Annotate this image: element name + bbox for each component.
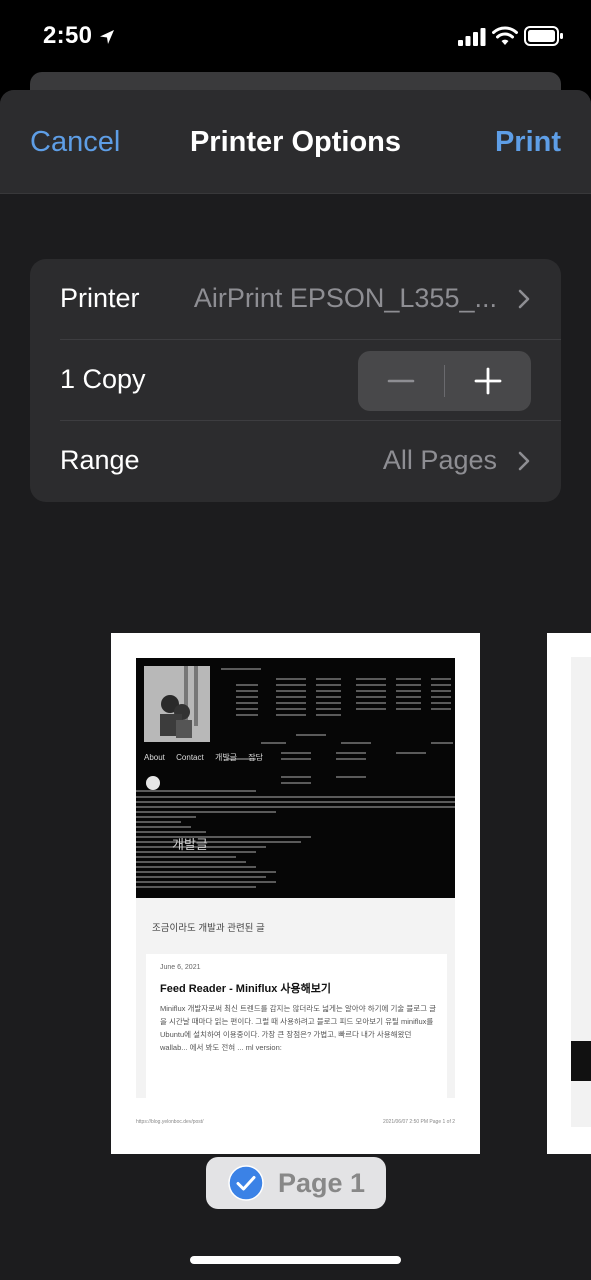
blog-tagline: 조금이라도 개발과 관련된 글 xyxy=(152,923,265,934)
nav-link-misc: 잡담 xyxy=(248,753,264,762)
page-footer-url: https://blog.yelonboc.dev/post/ xyxy=(136,1119,204,1125)
status-bar: 2:50 xyxy=(0,0,591,74)
page-label: Page 1 xyxy=(278,1168,366,1198)
range-value: All Pages xyxy=(382,445,497,475)
checkmark-circle-icon xyxy=(228,1165,264,1201)
page-preview-1[interactable]: About Contact 개발글 잡담 개발글 조금이라도 개발과 관련된 글… xyxy=(111,633,480,1154)
preview-hero: About Contact 개발글 잡담 개발글 xyxy=(136,658,455,898)
range-label: Range xyxy=(60,445,140,475)
printer-value: AirPrint EPSON_L355_... xyxy=(193,283,497,313)
location-arrow-icon xyxy=(100,30,114,44)
printer-label: Printer xyxy=(60,283,140,313)
nav-link-dev: 개발글 xyxy=(214,753,238,762)
battery-icon xyxy=(524,26,563,46)
nav-link-about: About xyxy=(144,753,165,762)
preview-body: 조금이라도 개발과 관련된 글 June 6, 2021 Feed Reader… xyxy=(136,898,455,1104)
page-preview-2[interactable] xyxy=(547,633,591,1154)
printer-row[interactable]: Printer AirPrint EPSON_L355_... xyxy=(30,259,561,340)
options-group: Printer AirPrint EPSON_L355_... 1 Copy R… xyxy=(30,259,561,502)
cellular-signal-icon xyxy=(458,28,486,46)
minus-icon xyxy=(387,379,415,383)
preview-2-footer-block xyxy=(571,1041,591,1081)
status-time: 2:50 xyxy=(43,22,93,49)
post-date: June 6, 2021 xyxy=(160,964,201,971)
copies-row: 1 Copy xyxy=(30,340,561,421)
copies-stepper[interactable] xyxy=(358,351,531,411)
navigation-bar: Cancel Printer Options Print xyxy=(0,90,591,194)
wifi-icon xyxy=(492,26,518,45)
plus-icon xyxy=(474,367,502,395)
nav-link-contact: Contact xyxy=(176,753,204,762)
page-footer-meta: 2021/06/07 2:50 PM Page 1 of 2 xyxy=(383,1119,455,1125)
chevron-right-icon xyxy=(518,451,530,471)
decrement-button[interactable] xyxy=(358,351,444,411)
category-overlay: 개발글 xyxy=(172,837,208,852)
print-button[interactable]: Print xyxy=(495,126,561,159)
post-title: Feed Reader - Miniflux 사용해보기 xyxy=(160,983,332,995)
preview-nav-links: About Contact 개발글 잡담 xyxy=(144,752,272,763)
profile-illustration xyxy=(144,666,210,742)
post-card: June 6, 2021 Feed Reader - Miniflux 사용해보… xyxy=(146,954,447,1104)
chevron-right-icon xyxy=(518,289,530,309)
home-indicator[interactable] xyxy=(190,1256,401,1264)
post-excerpt: Miniflux 개발자로써 최신 트렌드를 감지는 않더라도 넓게는 알아야 … xyxy=(160,1004,437,1052)
copies-label: 1 Copy xyxy=(60,364,146,394)
increment-button[interactable] xyxy=(445,351,531,411)
printer-options-sheet: Cancel Printer Options Print Printer Air… xyxy=(0,90,591,1280)
range-row[interactable]: Range All Pages xyxy=(30,421,561,502)
page-selection-badge[interactable]: Page 1 xyxy=(206,1157,386,1209)
github-icon xyxy=(146,776,160,790)
